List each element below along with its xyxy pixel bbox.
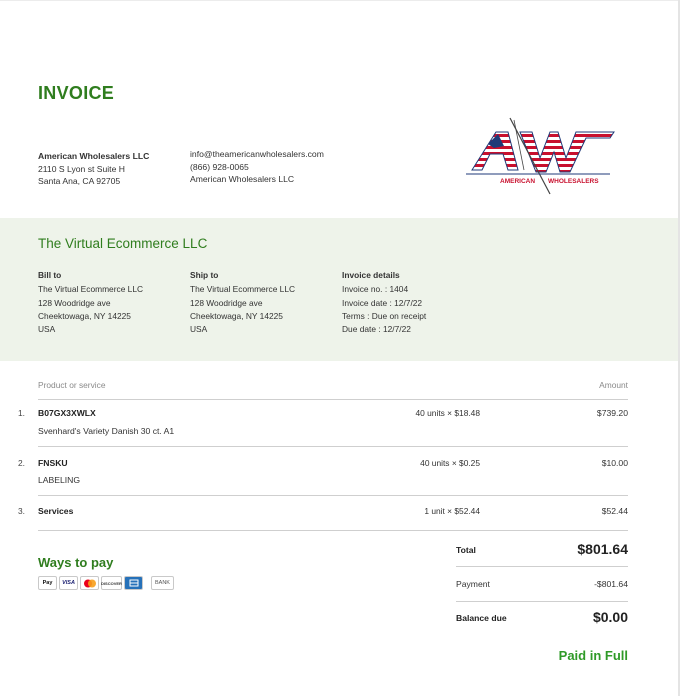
ways-to-pay-heading: Ways to pay bbox=[38, 555, 114, 570]
line-item-name: B07GX3XWLX bbox=[38, 408, 96, 418]
seller-contact: info@theamericanwholesalers.com (866) 92… bbox=[190, 148, 324, 186]
balance-due-value: $0.00 bbox=[592, 609, 628, 625]
discover-label: DISCOVER bbox=[101, 580, 122, 586]
company-logo: AMERICAN WHOLESALERS bbox=[466, 117, 615, 195]
row-number: 3. bbox=[18, 506, 25, 516]
bill-to-heading: Bill to bbox=[38, 270, 62, 280]
invoice-terms: Terms : Due on receipt bbox=[342, 310, 427, 321]
balance-due-label: Balance due bbox=[456, 613, 507, 623]
payment-spacer bbox=[145, 576, 149, 590]
table-divider bbox=[38, 530, 628, 531]
seller-address: American Wholesalers LLC 2110 S Lyon st … bbox=[38, 150, 149, 188]
column-header-product: Product or service bbox=[38, 380, 106, 390]
customer-name: The Virtual Ecommerce LLC bbox=[38, 236, 208, 251]
mastercard-icon bbox=[80, 576, 99, 590]
line-item-description: LABELING bbox=[38, 475, 81, 485]
table-divider bbox=[38, 399, 628, 400]
discover-icon: DISCOVER bbox=[101, 576, 122, 590]
table-divider bbox=[38, 446, 628, 447]
seller-name: American Wholesalers LLC bbox=[38, 151, 150, 161]
invoice-date: Invoice date : 12/7/22 bbox=[342, 297, 423, 308]
total-value: $801.64 bbox=[577, 541, 628, 557]
ship-to-heading: Ship to bbox=[190, 270, 219, 280]
ship-to-line: The Virtual Ecommerce LLC bbox=[190, 284, 296, 295]
payment-label: Payment bbox=[456, 579, 490, 589]
logo-caption-left: AMERICAN bbox=[500, 178, 535, 185]
paid-status: Paid in Full bbox=[558, 648, 628, 663]
bill-to-line: 128 Woodridge ave bbox=[38, 297, 111, 308]
bill-to-line: The Virtual Ecommerce LLC bbox=[38, 284, 144, 295]
ship-to: Ship to The Virtual Ecommerce LLC 128 Wo… bbox=[190, 269, 295, 336]
visa-icon: VISA bbox=[59, 576, 78, 590]
seller-address-line1: 2110 S Lyon st Suite H bbox=[38, 163, 125, 174]
line-item-amount: $10.00 bbox=[601, 458, 628, 468]
table-divider bbox=[38, 495, 628, 496]
amex-icon bbox=[124, 576, 143, 590]
bill-to-line: Cheektowaga, NY 14225 bbox=[38, 310, 131, 321]
mastercard-circles bbox=[83, 579, 96, 587]
total-label: Total bbox=[456, 545, 476, 555]
seller-address-line2: Santa Ana, CA 92705 bbox=[38, 176, 121, 186]
row-number: 2. bbox=[18, 458, 25, 468]
seller-company: American Wholesalers LLC bbox=[190, 174, 295, 185]
seller-phone: (866) 928-0065 bbox=[190, 161, 249, 172]
line-item-amount: $739.20 bbox=[596, 408, 628, 418]
amex-mark bbox=[129, 579, 138, 587]
apple-pay-icon: Pay bbox=[38, 576, 57, 590]
ship-to-line: USA bbox=[190, 324, 208, 335]
apple-pay-label: Pay bbox=[42, 580, 53, 586]
seller-email: info@theamericanwholesalers.com bbox=[190, 149, 324, 159]
line-item-description: Svenhard's Variety Danish 30 ct. A1 bbox=[38, 426, 175, 436]
bill-to-line: USA bbox=[38, 324, 56, 335]
row-number: 1. bbox=[18, 408, 25, 418]
payment-value: -$801.64 bbox=[594, 579, 628, 589]
invoice-details: Invoice details Invoice no. : 1404 Invoi… bbox=[342, 269, 426, 336]
summary-divider bbox=[456, 566, 628, 567]
line-item-quantity: 1 unit × $52.44 bbox=[424, 506, 480, 516]
visa-label: VISA bbox=[62, 580, 75, 586]
payment-methods: Pay VISA DISCOVER BANK bbox=[38, 576, 174, 590]
line-item-amount: $52.44 bbox=[601, 506, 628, 516]
invoice-number: Invoice no. : 1404 bbox=[342, 284, 409, 295]
logo-caption-right: WHOLESALERS bbox=[548, 178, 599, 185]
line-item-name: Services bbox=[38, 506, 74, 516]
summary-divider bbox=[456, 601, 628, 602]
bank-label: BANK bbox=[155, 580, 170, 586]
page-top-border bbox=[0, 0, 680, 1]
invoice-due-date: Due date : 12/7/22 bbox=[342, 324, 411, 335]
invoice-title: INVOICE bbox=[38, 83, 115, 103]
line-item-quantity: 40 units × $0.25 bbox=[420, 458, 480, 468]
ship-to-line: 128 Woodridge ave bbox=[190, 297, 263, 308]
invoice-details-heading: Invoice details bbox=[342, 270, 400, 280]
bank-icon: BANK bbox=[151, 576, 174, 590]
column-header-amount: Amount bbox=[599, 380, 628, 390]
line-item-name: FNSKU bbox=[38, 458, 68, 468]
ship-to-line: Cheektowaga, NY 14225 bbox=[190, 310, 283, 321]
bill-to: Bill to The Virtual Ecommerce LLC 128 Wo… bbox=[38, 269, 143, 336]
line-item-quantity: 40 units × $18.48 bbox=[415, 408, 481, 418]
